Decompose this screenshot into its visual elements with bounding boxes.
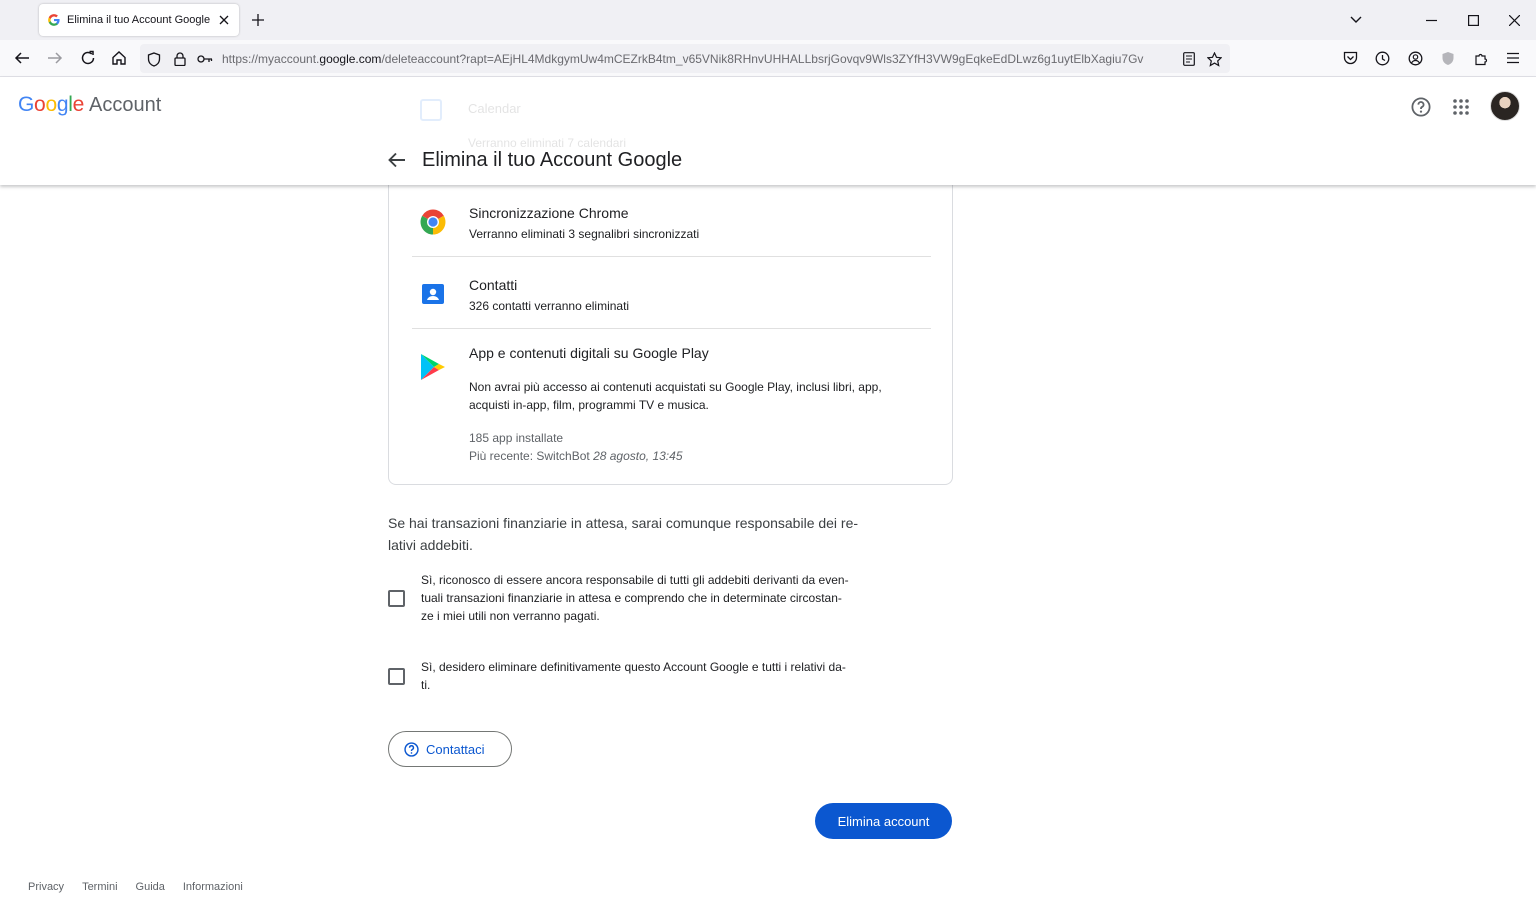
- delete-account-button[interactable]: Elimina account: [815, 803, 952, 839]
- service-title: Sincronizzazione Chrome: [469, 205, 629, 221]
- tab-title: Elimina il tuo Account Google: [67, 14, 211, 26]
- pending-transactions-notice: Se hai transazioni finanziarie in attesa…: [388, 512, 888, 556]
- divider: [412, 256, 931, 257]
- service-chrome-sync: Sincronizzazione Chrome Verranno elimina…: [412, 202, 932, 262]
- permissions-key-icon[interactable]: [197, 51, 213, 67]
- service-description-line2: acquisti in-app, film, programmi TV e mu…: [469, 398, 709, 412]
- reload-icon[interactable]: [77, 47, 99, 69]
- most-recent-date: 28 agosto, 13:45: [593, 449, 683, 463]
- confirm-delete-label[interactable]: Sì, desidero eliminare definitivamente q…: [421, 658, 886, 694]
- extensions-puzzle-icon[interactable]: [1470, 47, 1492, 69]
- divider: [412, 328, 931, 329]
- chrome-icon: [416, 205, 450, 239]
- logo-letter: g: [56, 93, 69, 116]
- lock-icon[interactable]: [172, 51, 188, 67]
- footer-links: Privacy Termini Guida Informazioni: [28, 881, 243, 893]
- home-icon[interactable]: [108, 47, 130, 69]
- url-path: /deleteaccount?rapt=AEjHL4MdkgymUw4mCEZr…: [381, 52, 1144, 66]
- service-title: App e contenuti digitali su Google Play: [469, 345, 709, 361]
- url-bar[interactable]: https://myaccount.google.com/deleteaccou…: [140, 44, 1230, 73]
- apps-grid-icon[interactable]: [1449, 95, 1473, 119]
- logo-letter: G: [18, 93, 35, 116]
- logo-letter: e: [72, 93, 85, 116]
- google-play-icon: [416, 350, 450, 384]
- account-icon[interactable]: [1404, 47, 1426, 69]
- bookmark-star-icon[interactable]: [1206, 51, 1222, 67]
- checkbox-label-line: ti.: [421, 678, 431, 692]
- pocket-icon[interactable]: [1339, 47, 1361, 69]
- forward-icon[interactable]: [44, 47, 66, 69]
- browser-tab[interactable]: Elimina il tuo Account Google: [39, 4, 239, 36]
- contacts-icon: [416, 277, 450, 311]
- avatar[interactable]: [1490, 91, 1520, 121]
- most-recent-label: Più recente: SwitchBot: [469, 449, 590, 463]
- service-contacts: Contatti 326 contatti verranno eliminati: [412, 274, 932, 334]
- google-favicon-icon: [47, 13, 61, 27]
- confirm-delete-row: Sì, desidero eliminare definitivamente q…: [388, 658, 888, 698]
- most-recent-app: Più recente: SwitchBot 28 agosto, 13:45: [469, 449, 683, 463]
- logo-letter: o: [34, 93, 46, 116]
- footer-link-help[interactable]: Guida: [136, 881, 165, 893]
- checkbox-label-line: ze i miei utili non verranno pagati.: [421, 609, 600, 623]
- tracking-shield-icon[interactable]: [146, 51, 162, 67]
- page-title: Elimina il tuo Account Google: [422, 149, 683, 171]
- logo-letter: o: [45, 93, 57, 116]
- service-title: Contatti: [469, 277, 518, 293]
- ack-charges-label[interactable]: Sì, riconosco di essere ancora responsab…: [421, 571, 886, 625]
- contact-us-label: Contattaci: [426, 741, 485, 757]
- logo-account-text: Account: [88, 94, 162, 116]
- help-circle-icon: [404, 741, 419, 757]
- footer-link-terms[interactable]: Termini: [82, 881, 117, 893]
- tab-close-icon[interactable]: [217, 13, 231, 27]
- minimize-icon[interactable]: [1419, 8, 1443, 32]
- calendar-subtitle: Verranno eliminati 7 calendari: [468, 136, 627, 150]
- maximize-icon[interactable]: [1461, 8, 1485, 32]
- calendar-title: Calendar: [468, 101, 521, 116]
- google-account-logo[interactable]: Google Account: [18, 93, 161, 121]
- service-google-play: App e contenuti digitali su Google Play …: [412, 345, 932, 470]
- back-arrow-icon[interactable]: [386, 149, 408, 171]
- browser-nav-bar: https://myaccount.google.com/deleteaccou…: [0, 40, 1536, 77]
- close-window-icon[interactable]: [1502, 8, 1526, 32]
- notice-line: Se hai transazioni finanziarie in attesa…: [388, 515, 859, 531]
- menu-hamburger-icon[interactable]: [1502, 47, 1524, 69]
- url-prefix: https://myaccount.: [222, 52, 320, 66]
- help-icon[interactable]: [1409, 95, 1433, 119]
- reader-view-icon[interactable]: [1181, 51, 1197, 67]
- ack-charges-row: Sì, riconosco di essere ancora responsab…: [388, 571, 888, 627]
- url-domain: google.com: [319, 52, 382, 66]
- history-clock-icon[interactable]: [1371, 47, 1393, 69]
- contact-us-button[interactable]: Contattaci: [388, 731, 512, 767]
- google-wordmark: Google: [18, 93, 84, 117]
- browser-tab-bar: Elimina il tuo Account Google: [0, 0, 1536, 40]
- url-text[interactable]: https://myaccount.google.com/deleteaccou…: [222, 51, 1177, 67]
- checkbox-label-line: Sì, riconosco di essere ancora responsab…: [421, 573, 849, 587]
- services-card: Sincronizzazione Chrome Verranno elimina…: [388, 150, 953, 485]
- google-account-header: Calendar Verranno eliminati 7 calendari …: [0, 77, 1536, 185]
- footer-link-privacy[interactable]: Privacy: [28, 881, 64, 893]
- confirm-delete-checkbox[interactable]: [388, 668, 405, 685]
- tab-list-chevron-icon[interactable]: [1344, 8, 1368, 32]
- calendar-icon: [420, 99, 442, 121]
- service-subtitle: 326 contatti verranno eliminati: [469, 299, 630, 313]
- ublock-shield-icon[interactable]: [1437, 47, 1459, 69]
- installed-apps-count: 185 app installate: [469, 431, 564, 445]
- ack-charges-checkbox[interactable]: [388, 590, 405, 607]
- service-subtitle: Verranno eliminati 3 segnalibri sincroni…: [469, 227, 700, 241]
- checkbox-label-line: tuali transazioni finanziarie in attesa …: [421, 591, 842, 605]
- checkbox-label-line: Sì, desidero eliminare definitivamente q…: [421, 660, 846, 674]
- new-tab-icon[interactable]: [249, 11, 267, 29]
- footer-link-about[interactable]: Informazioni: [183, 881, 243, 893]
- back-icon[interactable]: [11, 47, 33, 69]
- service-description-line1: Non avrai più accesso ai contenuti acqui…: [469, 380, 882, 394]
- notice-line: lativi addebiti.: [388, 537, 473, 553]
